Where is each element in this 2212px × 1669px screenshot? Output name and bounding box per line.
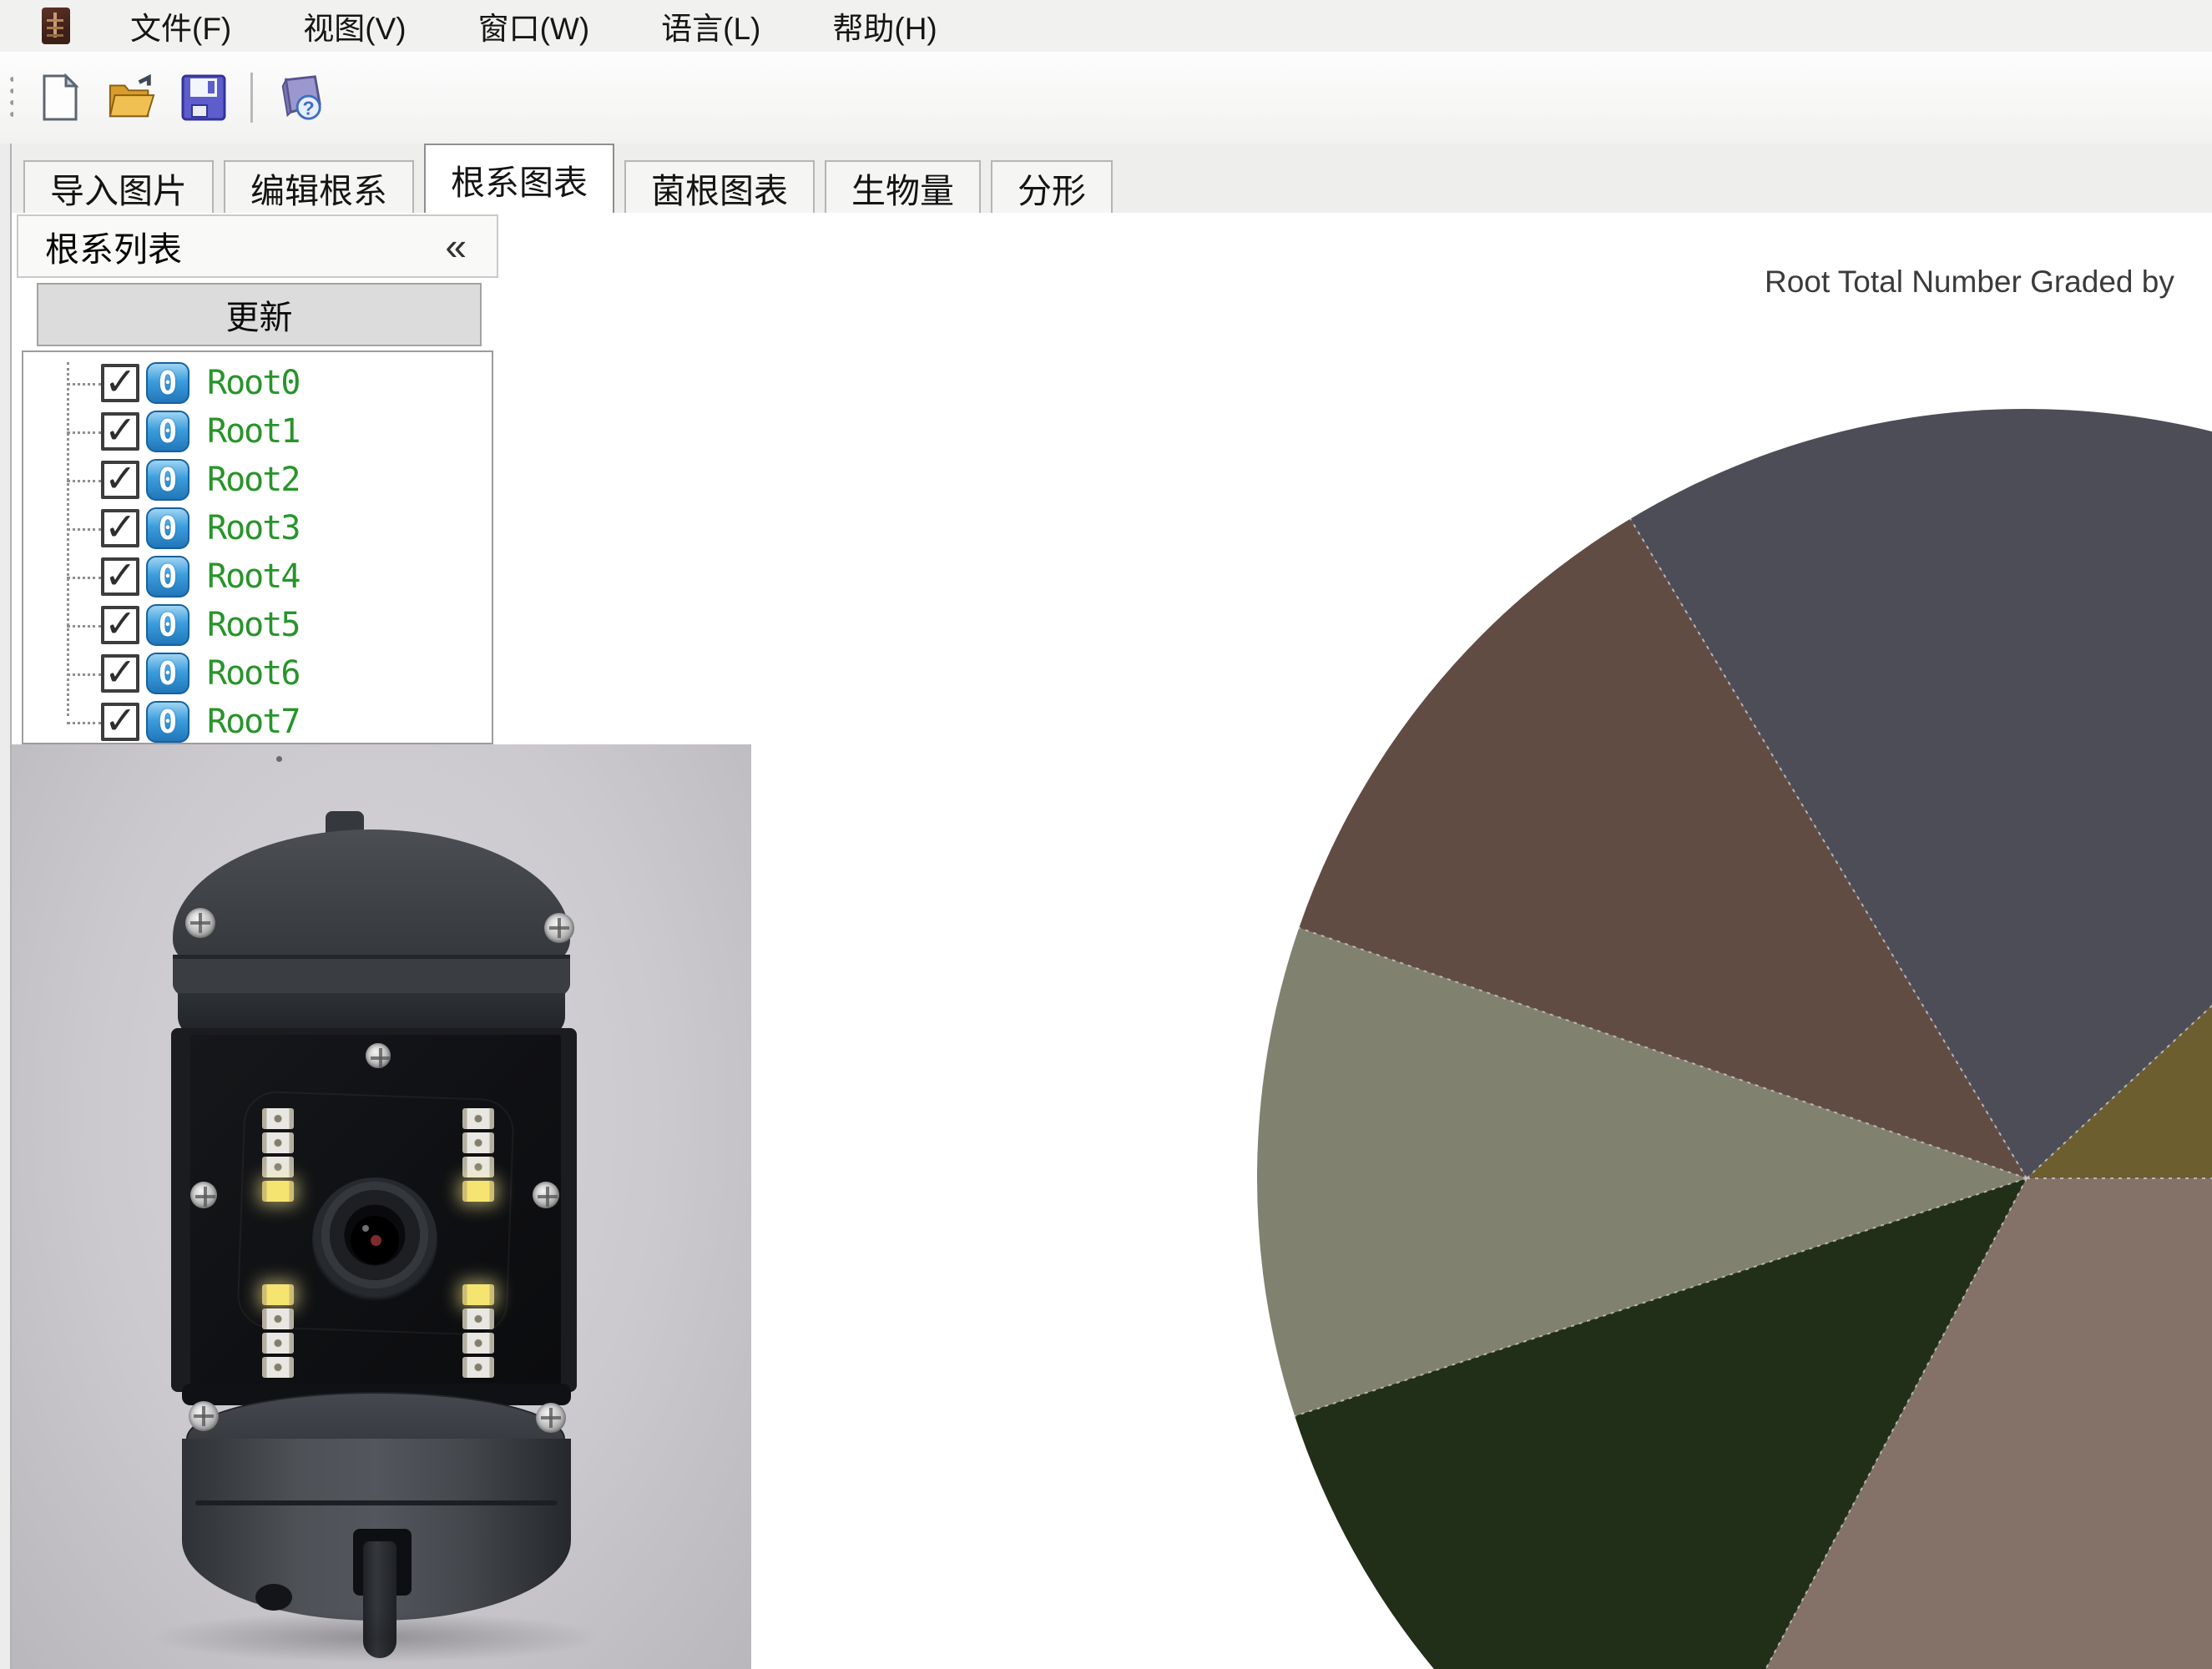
device-shadow (142, 1611, 609, 1664)
update-button[interactable]: 更新 (37, 283, 482, 346)
root-color-badge-2[interactable]: 0 (146, 459, 189, 501)
root-color-badge-7[interactable]: 0 (146, 701, 189, 743)
open-folder-icon (107, 73, 157, 122)
screw (544, 913, 574, 943)
window-left-edge (0, 144, 12, 1669)
root-checkbox-1[interactable]: ✓ (101, 412, 139, 451)
root-label-1[interactable]: Root1 (207, 412, 299, 451)
chart-title: Root Total Number Graded by (1765, 265, 2174, 300)
root-checkbox-7[interactable]: ✓ (101, 703, 139, 741)
root-checkbox-5[interactable]: ✓ (101, 606, 139, 644)
svg-text:?: ? (303, 97, 315, 118)
root-label-5[interactable]: Root5 (207, 606, 299, 644)
root-row-1[interactable]: ✓0 Root1 (23, 409, 492, 454)
new-document-button[interactable] (35, 73, 85, 123)
root-row-4[interactable]: ✓0 Root4 (23, 554, 492, 599)
photo-speck (276, 756, 282, 762)
root-list-panel-header: 根系列表 « (17, 214, 498, 278)
root-row-5[interactable]: ✓0 Root5 (23, 603, 492, 648)
root-row-7[interactable]: ✓0 Root7 (23, 699, 492, 744)
new-document-icon (38, 73, 83, 122)
screw (366, 1043, 391, 1068)
device-bottom-cap-seam (195, 1500, 558, 1505)
save-floppy-icon (180, 73, 227, 122)
screw (533, 1182, 559, 1208)
screw (536, 1403, 566, 1433)
tab-5[interactable]: 分形 (991, 160, 1113, 213)
led-strip-bottom-left (262, 1284, 294, 1381)
tab-2[interactable]: 根系图表 (424, 144, 614, 213)
tab-bar: 导入图片编辑根系根系图表菌根图表生物量分形 (0, 144, 2212, 214)
root-row-0[interactable]: ✓0 Root0 (23, 361, 492, 406)
led-strip-top-right (462, 1108, 494, 1205)
menu-bar: 文件(F) 视图(V) 窗口(W) 语言(L) 帮助(H) (0, 0, 2212, 52)
root-checkbox-2[interactable]: ✓ (101, 461, 139, 499)
tab-0[interactable]: 导入图片 (23, 160, 214, 213)
device-top-cap (173, 829, 570, 973)
root-color-badge-3[interactable]: 0 (146, 507, 189, 549)
root-label-7[interactable]: Root7 (207, 703, 299, 741)
led-strip-bottom-right (462, 1284, 494, 1381)
help-button[interactable]: ? (275, 73, 325, 123)
camera-lens-sensor-glint (371, 1235, 381, 1246)
camera-lens-glint (362, 1225, 369, 1232)
screw (185, 908, 215, 938)
root-label-6[interactable]: Root6 (207, 654, 299, 693)
toolbar-grip[interactable] (10, 73, 13, 122)
root-checkbox-6[interactable]: ✓ (101, 654, 139, 693)
root-label-0[interactable]: Root0 (207, 364, 299, 402)
root-color-badge-1[interactable]: 0 (146, 411, 189, 452)
tab-1[interactable]: 编辑根系 (224, 160, 414, 213)
tab-4[interactable]: 生物量 (825, 160, 981, 213)
menu-item-0[interactable]: 文件(F) (119, 0, 243, 52)
menu-item-1[interactable]: 视图(V) (291, 0, 417, 52)
main-content: Root Total Number Graded by 根系列表 « 更新 ✓0… (0, 213, 2212, 1669)
app-icon (42, 8, 70, 44)
root-checkbox-3[interactable]: ✓ (101, 509, 139, 547)
device-bottom-hole (255, 1584, 292, 1611)
menu-item-4[interactable]: 帮助(H) (821, 0, 948, 52)
root-row-2[interactable]: ✓0 Root2 (23, 457, 492, 502)
led-strip-top-left (262, 1108, 294, 1205)
menu-item-3[interactable]: 语言(L) (649, 0, 772, 52)
root-color-badge-6[interactable]: 0 (146, 653, 189, 694)
panel-title: 根系列表 (45, 221, 182, 271)
toolbar: ? (0, 52, 2212, 148)
root-color-badge-4[interactable]: 0 (146, 556, 189, 598)
root-color-badge-0[interactable]: 0 (146, 362, 189, 404)
tab-3[interactable]: 菌根图表 (624, 160, 815, 213)
root-row-3[interactable]: ✓0 Root3 (23, 506, 492, 551)
screw (189, 1401, 219, 1431)
root-tree-list: ✓0Root0✓0Root1✓0Root2✓0Root3✓0Root4✓0Roo… (22, 350, 493, 744)
root-checkbox-0[interactable]: ✓ (101, 364, 139, 402)
root-color-badge-5[interactable]: 0 (146, 604, 189, 646)
menu-item-2[interactable]: 窗口(W) (467, 0, 602, 52)
root-checkbox-4[interactable]: ✓ (101, 557, 139, 596)
panel-collapse-button[interactable]: « (445, 227, 467, 265)
camera-device-photo (8, 744, 751, 1669)
open-file-button[interactable] (107, 73, 157, 123)
root-row-6[interactable]: ✓0 Root6 (23, 651, 492, 696)
help-book-icon: ? (275, 73, 325, 123)
root-label-3[interactable]: Root3 (207, 509, 299, 547)
menu-items: 文件(F) 视图(V) 窗口(W) 语言(L) 帮助(H) (70, 0, 949, 52)
screw (190, 1182, 217, 1208)
toolbar-separator (250, 73, 253, 123)
root-label-2[interactable]: Root2 (207, 461, 299, 499)
save-button[interactable] (179, 73, 229, 123)
root-label-4[interactable]: Root4 (207, 557, 299, 596)
root-analysis-app-window: { "menu_bar": { "app_icon": "root-scan-a… (0, 0, 2212, 1669)
